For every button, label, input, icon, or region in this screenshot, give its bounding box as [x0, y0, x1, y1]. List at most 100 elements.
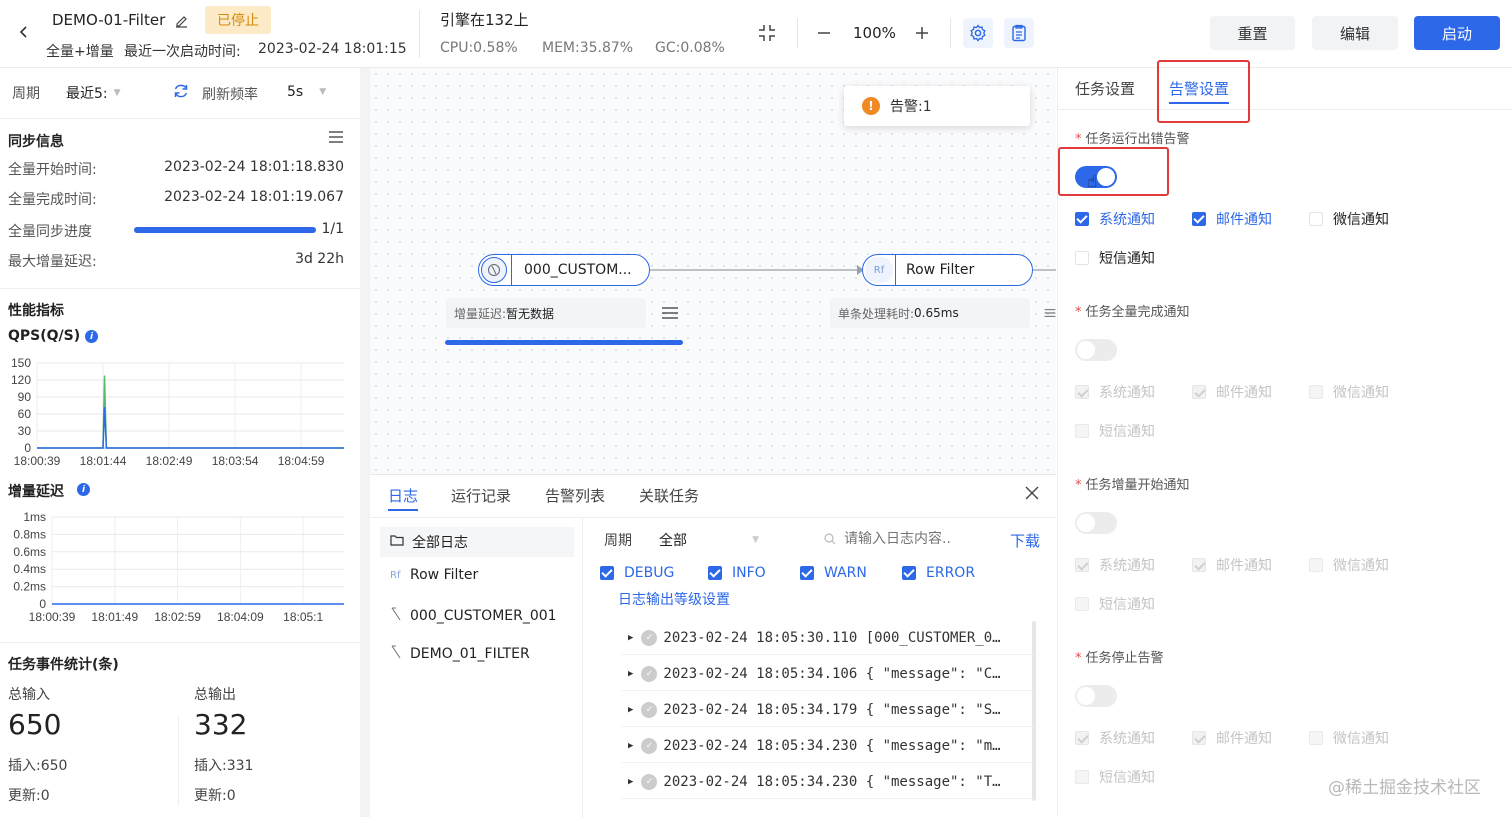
period-select[interactable]: 最近5: ▼ [66, 83, 121, 103]
opt-wechat-checkbox[interactable] [1309, 385, 1323, 399]
log-tree-item-source[interactable]: 000_CUSTOMER_001 [390, 606, 557, 626]
log-row-text: 2023-02-24 18:05:34.230 { "message": "T… [663, 773, 1001, 790]
opt-sms[interactable]: 短信通知 [1075, 421, 1155, 441]
opt-sms[interactable]: 短信通知 [1075, 594, 1155, 614]
opt-sms-checkbox[interactable] [1075, 251, 1089, 265]
opt-email-checkbox[interactable] [1192, 731, 1206, 745]
opt-email-checkbox[interactable] [1192, 212, 1206, 226]
log-tree-item-target[interactable]: DEMO_01_FILTER [390, 644, 530, 664]
reset-button[interactable]: 重置 [1210, 16, 1295, 50]
zoom-level: 100% [853, 24, 896, 42]
list-menu-icon[interactable] [326, 128, 346, 146]
opt-system[interactable]: 系统通知 [1075, 382, 1155, 402]
task-stop-toggle[interactable] [1075, 685, 1117, 707]
fit-screen-icon[interactable] [756, 22, 778, 44]
log-period-select[interactable]: 全部 ▼ [659, 530, 759, 550]
x-tick-label: 18:00:39 [29, 610, 76, 624]
edit-button[interactable]: 编辑 [1312, 16, 1398, 50]
opt-sms[interactable]: 短信通知 [1075, 767, 1155, 787]
level-debug[interactable]: DEBUG [600, 565, 674, 581]
close-icon[interactable] [1022, 483, 1042, 503]
source-node[interactable]: 000_CUSTOM... [478, 254, 650, 286]
opt-wechat[interactable]: 微信通知 [1309, 382, 1389, 402]
y-tick-label: 0 [39, 597, 46, 611]
tab-alert-list[interactable]: 告警列表 [545, 485, 605, 506]
start-button[interactable]: 启动 [1414, 16, 1500, 50]
expand-icon[interactable]: ▶ [628, 705, 633, 715]
level-setting-link[interactable]: 日志输出等级设置 [618, 589, 730, 609]
incremental-start-toggle[interactable] [1075, 512, 1117, 534]
list-menu-icon[interactable] [1044, 304, 1056, 322]
opt-system-checkbox[interactable] [1075, 212, 1089, 226]
level-info-checkbox[interactable] [708, 566, 722, 580]
opt-system-checkbox[interactable] [1075, 731, 1089, 745]
zoom-in-icon[interactable] [911, 22, 933, 44]
log-row[interactable]: ▶ ✓ 2023-02-24 18:05:34.230 { "message":… [622, 729, 1034, 763]
tab-run-records[interactable]: 运行记录 [451, 485, 511, 506]
full-complete-toggle[interactable] [1075, 339, 1117, 361]
edit-name-icon[interactable] [172, 12, 190, 30]
opt-system-checkbox[interactable] [1075, 385, 1089, 399]
log-search-input[interactable] [844, 531, 984, 547]
expand-icon[interactable]: ▶ [628, 633, 633, 643]
status-check-icon: ✓ [641, 629, 658, 646]
opt-wechat[interactable]: 微信通知 [1309, 209, 1389, 229]
log-search-box[interactable] [814, 525, 992, 553]
expand-icon[interactable]: ▶ [628, 741, 633, 751]
expand-icon[interactable]: ▶ [628, 777, 633, 787]
opt-sms[interactable]: 短信通知 [1075, 248, 1155, 268]
total-out-label: 总输出 [194, 687, 236, 703]
period-select-value: 最近5: [66, 86, 108, 102]
level-info-label: INFO [732, 565, 766, 581]
opt-wechat[interactable]: 微信通知 [1309, 728, 1389, 748]
download-link[interactable]: 下载 [1010, 530, 1040, 551]
opt-wechat[interactable]: 微信通知 [1309, 555, 1389, 575]
series-line [37, 375, 344, 449]
opt-email-checkbox[interactable] [1192, 558, 1206, 572]
tab-related-tasks[interactable]: 关联任务 [639, 485, 699, 506]
opt-sms-checkbox[interactable] [1075, 770, 1089, 784]
log-tree-label: 全部日志 [412, 535, 468, 551]
level-warn[interactable]: WARN [800, 565, 867, 581]
opt-email[interactable]: 邮件通知 [1192, 382, 1272, 402]
opt-wechat-checkbox[interactable] [1309, 212, 1323, 226]
opt-email[interactable]: 邮件通知 [1192, 209, 1272, 229]
log-row[interactable]: ▶ ✓ 2023-02-24 18:05:30.110 [000_CUSTOME… [622, 621, 1034, 655]
level-warn-checkbox[interactable] [800, 566, 814, 580]
row-filter-node[interactable]: Rf Row Filter [862, 254, 1033, 286]
zoom-out-icon[interactable] [813, 22, 835, 44]
opt-system[interactable]: 系统通知 [1075, 209, 1155, 229]
status-check-icon: ✓ [641, 737, 658, 754]
log-row[interactable]: ▶ ✓ 2023-02-24 18:05:34.106 { "message":… [622, 657, 1034, 691]
settings-gear-icon[interactable] [963, 18, 993, 48]
opt-email[interactable]: 邮件通知 [1192, 555, 1272, 575]
log-panel-icon[interactable] [1004, 18, 1034, 48]
level-info[interactable]: INFO [708, 565, 766, 581]
opt-email-checkbox[interactable] [1192, 385, 1206, 399]
info-icon[interactable]: i [85, 330, 98, 343]
opt-wechat-checkbox[interactable] [1309, 558, 1323, 572]
refresh-select[interactable]: 5s ▼ [287, 84, 326, 100]
opt-system[interactable]: 系统通知 [1075, 728, 1155, 748]
log-tree-item-row-filter[interactable]: Rf Row Filter [390, 567, 478, 583]
expand-icon[interactable]: ▶ [628, 669, 633, 679]
opt-wechat-checkbox[interactable] [1309, 731, 1323, 745]
dag-canvas[interactable]: ! 告警:1 000_CUSTOM... 增量延迟: 暂无数据 Rf Row F… [370, 68, 1056, 474]
opt-system[interactable]: 系统通知 [1075, 555, 1155, 575]
back-icon[interactable] [12, 20, 36, 44]
tab-logs[interactable]: 日志 [388, 485, 418, 506]
opt-sms-checkbox[interactable] [1075, 424, 1089, 438]
refresh-icon[interactable] [172, 82, 190, 100]
list-menu-icon[interactable] [660, 304, 680, 322]
level-error-checkbox[interactable] [902, 566, 916, 580]
level-debug-checkbox[interactable] [600, 566, 614, 580]
level-error[interactable]: ERROR [902, 565, 975, 581]
opt-sms-checkbox[interactable] [1075, 597, 1089, 611]
info-icon[interactable]: i [77, 483, 90, 496]
log-row[interactable]: ▶ ✓ 2023-02-24 18:05:34.179 { "message":… [622, 693, 1034, 727]
tab-task-settings[interactable]: 任务设置 [1075, 78, 1135, 99]
log-row[interactable]: ▶ ✓ 2023-02-24 18:05:34.230 { "message":… [622, 765, 1034, 799]
log-tree-item-all[interactable]: 全部日志 [380, 527, 574, 557]
opt-email[interactable]: 邮件通知 [1192, 728, 1272, 748]
opt-system-checkbox[interactable] [1075, 558, 1089, 572]
